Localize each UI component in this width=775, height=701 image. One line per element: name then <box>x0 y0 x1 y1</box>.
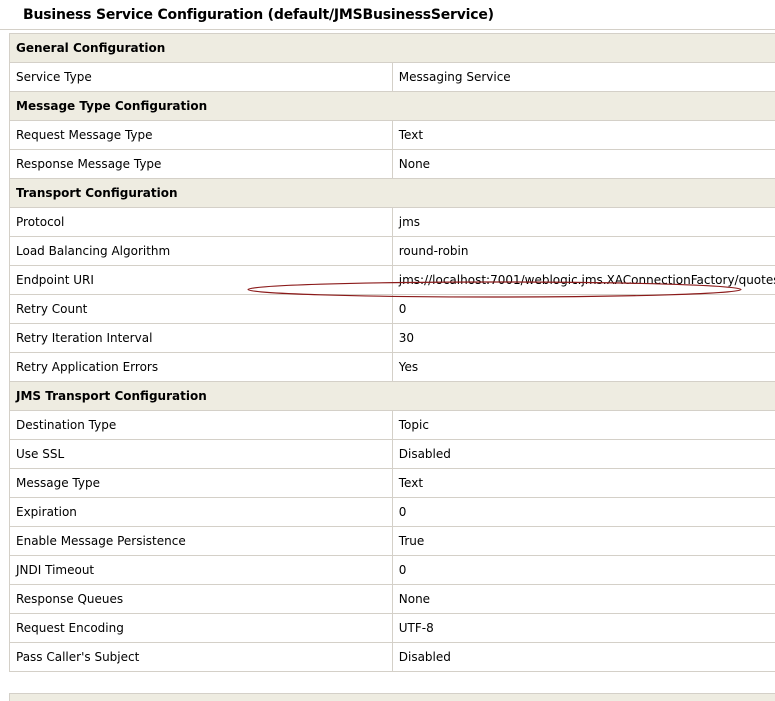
row-label: Request Message Type <box>9 120 393 150</box>
row-label: Request Encoding <box>9 613 393 643</box>
table-row: Request Message Type Text <box>9 120 775 150</box>
table-row: Destination Type Topic <box>9 410 775 440</box>
row-value: 30 <box>392 323 775 353</box>
row-value: Yes <box>392 352 775 382</box>
table-row: Protocol jms <box>9 207 775 237</box>
table-row: Load Balancing Algorithm round-robin <box>9 236 775 266</box>
table-row: Retry Application Errors Yes <box>9 352 775 382</box>
table-row: Use SSL Disabled <box>9 439 775 469</box>
row-value: Disabled <box>392 642 775 672</box>
row-label: Expiration <box>9 497 393 527</box>
section-title: Message Type Configuration <box>9 91 775 121</box>
row-label: Retry Count <box>9 294 393 324</box>
table-row: Endpoint URI jms://localhost:7001/weblog… <box>9 265 775 295</box>
row-value: 0 <box>392 497 775 527</box>
table-row: Expiration 0 <box>9 497 775 527</box>
section-title: General Configuration <box>9 33 775 63</box>
row-value: Text <box>392 120 775 150</box>
row-label: Destination Type <box>9 410 393 440</box>
row-label: Load Balancing Algorithm <box>9 236 393 266</box>
row-label: Enable Message Persistence <box>9 526 393 556</box>
page-title: Business Service Configuration (default/… <box>0 0 775 30</box>
row-value: 0 <box>392 555 775 585</box>
row-label: Protocol <box>9 207 393 237</box>
section-header-transport: Transport Configuration <box>9 178 775 208</box>
table-row: Pass Caller's Subject Disabled <box>9 642 775 672</box>
row-label: Message Type <box>9 468 393 498</box>
table-row: Message Type Text <box>9 468 775 498</box>
row-label: JNDI Timeout <box>9 555 393 585</box>
row-label: Use SSL <box>9 439 393 469</box>
section-header-jms-transport: JMS Transport Configuration <box>9 381 775 411</box>
table-row: Service Type Messaging Service <box>9 62 775 92</box>
row-value: None <box>392 149 775 179</box>
row-label: Response Message Type <box>9 149 393 179</box>
table-row: Request Encoding UTF-8 <box>9 613 775 643</box>
page-title-text: Business Service Configuration (default/… <box>23 6 494 23</box>
table-row: Enable Message Persistence True <box>9 526 775 556</box>
row-value: Disabled <box>392 439 775 469</box>
row-value: 0 <box>392 294 775 324</box>
row-value: UTF-8 <box>392 613 775 643</box>
section-title: Transport Configuration <box>9 178 775 208</box>
section-header-message-type: Message Type Configuration <box>9 91 775 121</box>
table-row: Retry Count 0 <box>9 294 775 324</box>
row-label: Response Queues <box>9 584 393 614</box>
table-row: JNDI Timeout 0 <box>9 555 775 585</box>
table-row: Response Queues None <box>9 584 775 614</box>
endpoint-uri-value: jms://localhost:7001/weblogic.jms.XAConn… <box>392 265 775 295</box>
table-footer-strip <box>9 693 775 701</box>
section-title: JMS Transport Configuration <box>9 381 775 411</box>
section-header-general: General Configuration <box>9 33 775 63</box>
row-label: Pass Caller's Subject <box>9 642 393 672</box>
row-value: True <box>392 526 775 556</box>
table-row: Response Message Type None <box>9 149 775 179</box>
row-label: Retry Application Errors <box>9 352 393 382</box>
row-value: Messaging Service <box>392 62 775 92</box>
row-value: round-robin <box>392 236 775 266</box>
configuration-table: General Configuration Service Type Messa… <box>9 33 775 672</box>
row-label: Retry Iteration Interval <box>9 323 393 353</box>
row-label: Service Type <box>9 62 393 92</box>
row-label: Endpoint URI <box>9 265 393 295</box>
row-value: Text <box>392 468 775 498</box>
row-value: None <box>392 584 775 614</box>
row-value: Topic <box>392 410 775 440</box>
row-value: jms <box>392 207 775 237</box>
table-row: Retry Iteration Interval 30 <box>9 323 775 353</box>
